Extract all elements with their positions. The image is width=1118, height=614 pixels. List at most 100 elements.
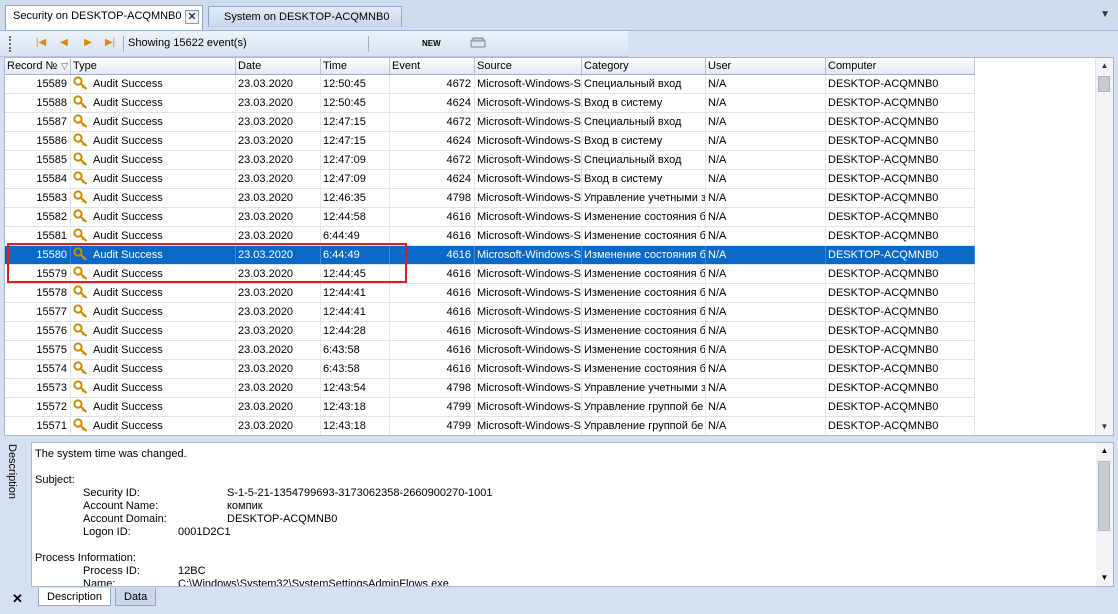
event-count-status: Showing 15622 event(s) bbox=[128, 37, 247, 49]
toolbar-grip[interactable] bbox=[9, 36, 14, 52]
cell-record: 15585 bbox=[5, 151, 71, 169]
cell-record: 15586 bbox=[5, 132, 71, 150]
column-header-event[interactable]: Event bbox=[390, 58, 475, 74]
table-row[interactable]: 15587 Audit Success 23.03.2020 12:47:15 4672… bbox=[5, 113, 975, 132]
column-header-type[interactable]: Type bbox=[71, 58, 236, 74]
cell-record: 15578 bbox=[5, 284, 71, 302]
cell-event: 4616 bbox=[390, 227, 475, 245]
column-header-category[interactable]: Category bbox=[582, 58, 706, 74]
table-row[interactable]: 15581 Audit Success 23.03.2020 6:44:49 4616 M… bbox=[5, 227, 975, 246]
cell-source: Microsoft-Windows-Se bbox=[475, 246, 582, 264]
previous-page-icon[interactable]: ◀ bbox=[56, 35, 72, 51]
cell-date: 23.03.2020 bbox=[236, 151, 321, 169]
column-header-record[interactable]: Record № ▽ bbox=[5, 58, 71, 74]
tab-list-dropdown-icon[interactable]: ▼ bbox=[1100, 9, 1110, 20]
cell-type: Audit Success bbox=[71, 398, 236, 416]
cell-computer: DESKTOP-ACQMNB0 bbox=[826, 132, 975, 150]
cell-category: Управление группой бе bbox=[582, 398, 706, 416]
scroll-thumb[interactable] bbox=[1098, 461, 1110, 531]
cell-source: Microsoft-Windows-Se bbox=[475, 360, 582, 378]
table-row[interactable]: 15582 Audit Success 23.03.2020 12:44:58 4616… bbox=[5, 208, 975, 227]
cell-category: Специальный вход bbox=[582, 113, 706, 131]
column-header-date[interactable]: Date bbox=[236, 58, 321, 74]
event-type-label: Audit Success bbox=[93, 154, 163, 166]
cell-user: N/A bbox=[706, 132, 826, 150]
column-header-source[interactable]: Source bbox=[475, 58, 582, 74]
cell-time: 12:47:15 bbox=[321, 132, 390, 150]
cell-event: 4616 bbox=[390, 284, 475, 302]
tab-label: Security on DESKTOP-ACQMNB0 bbox=[13, 10, 182, 22]
description-panel: The system time was changed. Subject: Secu… bbox=[31, 442, 1114, 587]
cell-computer: DESKTOP-ACQMNB0 bbox=[826, 379, 975, 397]
table-row[interactable]: 15574 Audit Success 23.03.2020 6:43:58 4616 M… bbox=[5, 360, 975, 379]
cell-category: Вход в систему bbox=[582, 132, 706, 150]
key-icon bbox=[73, 76, 88, 90]
tab-description[interactable]: Description bbox=[38, 588, 112, 606]
key-icon bbox=[73, 228, 88, 242]
description-field-value: C:\Windows\System32\SystemSettingsAdminF… bbox=[178, 578, 449, 587]
first-page-icon[interactable]: |◀ bbox=[33, 35, 49, 51]
next-page-icon[interactable]: ▶ bbox=[80, 35, 96, 51]
cell-record: 15576 bbox=[5, 322, 71, 340]
grid-vertical-scrollbar[interactable]: ▲ ▼ bbox=[1095, 58, 1113, 435]
table-row[interactable]: 15577 Audit Success 23.03.2020 12:44:41 4616… bbox=[5, 303, 975, 322]
table-row[interactable]: 15573 Audit Success 23.03.2020 12:43:54 4798… bbox=[5, 379, 975, 398]
cell-date: 23.03.2020 bbox=[236, 170, 321, 188]
column-header-user[interactable]: User bbox=[706, 58, 826, 74]
scroll-up-icon[interactable]: ▲ bbox=[1096, 443, 1113, 459]
table-row[interactable]: 15571 Audit Success 23.03.2020 12:43:18 4799… bbox=[5, 417, 975, 435]
cell-time: 6:44:49 bbox=[321, 227, 390, 245]
table-row[interactable]: 15589 Audit Success 23.03.2020 12:50:45 4672… bbox=[5, 75, 975, 94]
cell-record: 15589 bbox=[5, 75, 71, 93]
cell-source: Microsoft-Windows-Se bbox=[475, 208, 582, 226]
scroll-down-icon[interactable]: ▼ bbox=[1096, 419, 1113, 435]
cell-date: 23.03.2020 bbox=[236, 398, 321, 416]
table-row[interactable]: 15580 Audit Success 23.03.2020 6:44:49 4616 M… bbox=[5, 246, 975, 265]
description-line: Subject: bbox=[35, 474, 75, 486]
cell-source: Microsoft-Windows-Se bbox=[475, 170, 582, 188]
table-row[interactable]: 15586 Audit Success 23.03.2020 12:47:15 4624… bbox=[5, 132, 975, 151]
table-row[interactable]: 15583 Audit Success 23.03.2020 12:46:35 4798… bbox=[5, 189, 975, 208]
cell-source: Microsoft-Windows-Se bbox=[475, 132, 582, 150]
cell-category: Изменение состояния бе bbox=[582, 322, 706, 340]
new-button[interactable]: NEW bbox=[422, 39, 441, 48]
cell-category: Специальный вход bbox=[582, 151, 706, 169]
cell-user: N/A bbox=[706, 208, 826, 226]
tab-data[interactable]: Data bbox=[115, 588, 157, 606]
cell-user: N/A bbox=[706, 227, 826, 245]
cell-record: 15572 bbox=[5, 398, 71, 416]
table-row[interactable]: 15575 Audit Success 23.03.2020 6:43:58 4616 M… bbox=[5, 341, 975, 360]
table-row[interactable]: 15576 Audit Success 23.03.2020 12:44:28 4616… bbox=[5, 322, 975, 341]
table-row[interactable]: 15572 Audit Success 23.03.2020 12:43:18 4799… bbox=[5, 398, 975, 417]
close-tab-icon[interactable]: ✕ bbox=[185, 10, 199, 24]
table-row[interactable]: 15585 Audit Success 23.03.2020 12:47:09 4672… bbox=[5, 151, 975, 170]
close-panel-icon[interactable]: ✕ bbox=[12, 591, 23, 607]
scroll-down-icon[interactable]: ▼ bbox=[1096, 570, 1113, 586]
cell-time: 12:44:41 bbox=[321, 303, 390, 321]
key-icon bbox=[73, 266, 88, 280]
event-type-label: Audit Success bbox=[93, 97, 163, 109]
cell-time: 12:47:09 bbox=[321, 170, 390, 188]
cell-time: 12:50:45 bbox=[321, 75, 390, 93]
cell-event: 4616 bbox=[390, 322, 475, 340]
table-row[interactable]: 15588 Audit Success 23.03.2020 12:50:45 4624… bbox=[5, 94, 975, 113]
eraser-icon[interactable] bbox=[470, 36, 486, 53]
cell-type: Audit Success bbox=[71, 189, 236, 207]
table-row[interactable]: 15578 Audit Success 23.03.2020 12:44:41 4616… bbox=[5, 284, 975, 303]
description-vertical-scrollbar[interactable]: ▲ ▼ bbox=[1096, 443, 1113, 586]
scroll-up-icon[interactable]: ▲ bbox=[1096, 58, 1113, 74]
cell-computer: DESKTOP-ACQMNB0 bbox=[826, 94, 975, 112]
table-row[interactable]: 15584 Audit Success 23.03.2020 12:47:09 4624… bbox=[5, 170, 975, 189]
last-page-icon[interactable]: ▶| bbox=[102, 35, 118, 51]
scroll-thumb[interactable] bbox=[1098, 76, 1110, 92]
key-icon bbox=[73, 342, 88, 356]
table-row[interactable]: 15579 Audit Success 23.03.2020 12:44:45 4616… bbox=[5, 265, 975, 284]
cell-computer: DESKTOP-ACQMNB0 bbox=[826, 303, 975, 321]
cell-computer: DESKTOP-ACQMNB0 bbox=[826, 227, 975, 245]
cell-time: 6:43:58 bbox=[321, 360, 390, 378]
column-header-computer[interactable]: Computer bbox=[826, 58, 975, 74]
tab-security-log[interactable]: Security on DESKTOP-ACQMNB0 ✕ bbox=[5, 5, 203, 30]
tab-system-log[interactable]: System on DESKTOP-ACQMNB0 bbox=[208, 6, 402, 27]
description-field-value: 12BC bbox=[178, 565, 206, 577]
column-header-time[interactable]: Time bbox=[321, 58, 390, 74]
